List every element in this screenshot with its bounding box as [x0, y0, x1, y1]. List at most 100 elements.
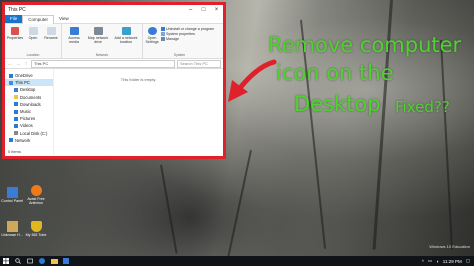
tab-computer[interactable]: Computer — [22, 14, 55, 24]
ribbon: Properties Open Rename Location Access m… — [5, 24, 223, 59]
network-drive-icon — [93, 27, 103, 35]
desktop-icon-unknown[interactable]: Unknown H... — [1, 221, 23, 237]
search-input[interactable]: Search This PC — [177, 59, 221, 68]
taskbar-explorer-button[interactable] — [48, 256, 60, 266]
folder-icon — [50, 258, 58, 264]
avast-icon — [30, 185, 42, 196]
taskbar-edge-button[interactable] — [36, 256, 48, 266]
taskbar: ^ ▭ ◖ 11:29 PM ▢ — [0, 256, 474, 266]
map-network-drive-button[interactable]: Map network drive — [86, 25, 110, 53]
network-icon[interactable]: ▭ — [428, 258, 432, 264]
store-icon — [63, 258, 69, 264]
task-view-icon — [27, 258, 33, 264]
nav-item-icon — [9, 138, 13, 143]
title-bar[interactable]: This PC – □ × — [5, 5, 223, 15]
settings-gear-icon — [147, 27, 157, 35]
empty-folder-message: This folder is empty. — [120, 77, 157, 82]
nav-item[interactable]: OneDrive — [5, 72, 53, 79]
nav-item[interactable]: Downloads — [5, 101, 53, 108]
nav-item-label: Network — [15, 137, 31, 143]
notification-icon[interactable]: ▢ — [466, 258, 470, 264]
group-label-system: System — [173, 53, 186, 57]
desktop-icon-control-panel[interactable]: Control Panel — [1, 187, 23, 203]
close-icon[interactable]: × — [210, 5, 223, 15]
system-icon — [161, 32, 165, 36]
windows-logo-icon — [3, 258, 9, 264]
nav-item-icon — [14, 123, 18, 128]
manage-icon — [161, 37, 165, 41]
address-bar-row: ← → ↑ This PC Search This PC — [5, 59, 223, 69]
search-icon — [15, 258, 21, 264]
nav-item[interactable]: Desktop — [5, 86, 53, 93]
add-network-location-button[interactable]: Add a network location — [112, 25, 140, 53]
properties-icon — [11, 27, 19, 35]
task-view-button[interactable] — [24, 256, 36, 266]
folder-icon — [6, 221, 18, 232]
group-label-location: Location — [26, 53, 40, 57]
maximize-icon[interactable]: □ — [197, 5, 210, 15]
status-bar-count: 0 items — [8, 149, 21, 154]
nav-item-icon — [14, 102, 18, 107]
tab-view[interactable]: View — [54, 15, 74, 23]
address-input[interactable]: This PC — [31, 59, 175, 68]
nav-item[interactable]: Pictures — [5, 115, 53, 122]
forward-arrow-icon[interactable]: → — [15, 61, 21, 67]
manage-link[interactable]: Manage — [161, 37, 214, 41]
nav-item-label: Documents — [20, 94, 42, 100]
desktop-icon-avast[interactable]: Avast Free Antivirus — [25, 185, 47, 205]
desktop-icon-my-365-tube[interactable]: My 365 Tube — [25, 221, 47, 237]
nav-item[interactable]: Local Disk (C:) — [5, 130, 53, 137]
programs-icon — [161, 27, 165, 31]
properties-button[interactable]: Properties — [7, 25, 23, 53]
nav-item-label: Downloads — [20, 101, 41, 107]
start-button[interactable] — [0, 256, 12, 266]
overlay-line-2: icon on the — [276, 61, 394, 85]
nav-item[interactable]: This PC — [5, 79, 53, 87]
open-settings-button[interactable]: Open Settings — [145, 25, 159, 53]
clock-time[interactable]: 11:29 PM — [443, 259, 462, 264]
minimize-icon[interactable]: – — [184, 5, 197, 15]
nav-item[interactable]: Network — [5, 137, 53, 144]
ribbon-group-system: Open Settings Uninstall or change a prog… — [143, 24, 216, 58]
overlay-line-4: Fixed?? — [395, 98, 450, 116]
ribbon-tabs: File Computer View — [5, 14, 223, 24]
nav-item-label: Desktop — [20, 87, 36, 93]
system-tray: ^ ▭ ◖ 11:29 PM ▢ — [422, 258, 474, 264]
media-icon — [69, 27, 79, 35]
search-button[interactable] — [12, 256, 24, 266]
open-button[interactable]: Open — [25, 25, 41, 53]
content-pane[interactable]: This folder is empty. — [54, 69, 223, 155]
shield-icon — [30, 221, 42, 232]
nav-item-icon — [14, 87, 18, 92]
tab-file[interactable]: File — [5, 15, 23, 23]
ribbon-group-network: Access media Map network drive Add a net… — [62, 24, 143, 58]
red-arrow-icon — [228, 59, 277, 102]
network-location-icon — [121, 27, 131, 35]
nav-item-label: Videos — [20, 123, 33, 129]
file-explorer-window[interactable]: This PC – □ × File Computer View Propert… — [2, 2, 226, 159]
rename-icon — [46, 27, 56, 35]
edge-icon — [39, 258, 45, 264]
up-arrow-icon[interactable]: ↑ — [23, 61, 29, 67]
volume-icon[interactable]: ◖ — [436, 259, 439, 264]
taskbar-store-button[interactable] — [60, 256, 72, 266]
nav-item-icon — [9, 80, 13, 85]
nav-item-icon — [14, 95, 18, 100]
system-properties-link[interactable]: System properties — [161, 32, 214, 36]
nav-item-label: OneDrive — [15, 73, 33, 79]
nav-item[interactable]: Music — [5, 108, 53, 115]
control-panel-icon — [6, 187, 18, 198]
chevron-up-icon[interactable]: ^ — [422, 259, 424, 264]
back-arrow-icon[interactable]: ← — [7, 61, 13, 67]
uninstall-program-link[interactable]: Uninstall or change a program — [161, 27, 214, 31]
open-icon — [28, 27, 38, 35]
nav-item[interactable]: Documents — [5, 94, 53, 101]
ribbon-group-location: Properties Open Rename Location — [5, 24, 62, 58]
nav-item-label: This PC — [15, 80, 30, 86]
nav-item-icon — [14, 109, 18, 114]
overlay-line-1: Remove computer — [268, 33, 462, 57]
access-media-button[interactable]: Access media — [64, 25, 84, 53]
nav-item-icon — [9, 73, 13, 78]
nav-item[interactable]: Videos — [5, 122, 53, 129]
rename-button[interactable]: Rename — [43, 25, 59, 53]
